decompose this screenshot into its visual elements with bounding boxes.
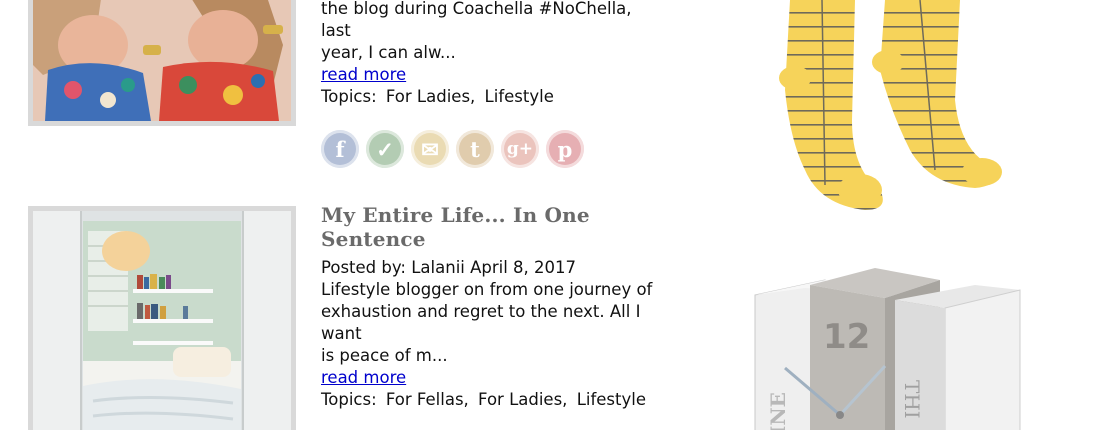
topics-line: Topics: For Ladies, Lifestyle [321, 86, 661, 108]
svg-text:INE: INE [766, 392, 790, 430]
topic-link-for-ladies[interactable]: For Ladies, [478, 390, 567, 409]
facebook-icon[interactable]: f [321, 130, 359, 168]
pinterest-icon[interactable]: p [546, 130, 584, 168]
tumblr-icon[interactable]: t [456, 130, 494, 168]
topics-label: Topics: [321, 390, 377, 409]
topic-link-lifestyle[interactable]: Lifestyle [577, 390, 646, 409]
excerpt-line: is peace of m... [321, 346, 448, 365]
blog-listing: the blog during Coachella #NoChella, las… [0, 0, 1094, 430]
yellow-socks-illustration [779, 0, 1002, 210]
read-more-link[interactable]: read more [321, 64, 406, 86]
email-icon[interactable]: ✉ [411, 130, 449, 168]
post-summary-entire-life: My Entire Life... In One Sentence Posted… [321, 203, 661, 411]
clock-twelve-label: 12 [823, 317, 870, 357]
product-image-book-clock[interactable]: 12 INE THI [745, 260, 1035, 430]
share-icons: f ✓ ✉ t g+ p [321, 130, 584, 168]
read-more-link[interactable]: read more [321, 367, 406, 389]
posted-by: Posted by: Lalanii April 8, 2017 [321, 258, 577, 277]
google-plus-icon[interactable]: g+ [501, 130, 539, 168]
svg-text:THI: THI [900, 380, 924, 419]
topic-link-lifestyle[interactable]: Lifestyle [485, 87, 554, 106]
bedroom-nook-photo [33, 211, 291, 430]
product-image-socks[interactable] [760, 0, 1010, 215]
excerpt-line: exhaustion and regret to the next. All I… [321, 302, 641, 343]
coachella-photo [33, 0, 291, 121]
book-clock-illustration: 12 INE THI [754, 268, 1021, 430]
post-thumbnail-entire-life[interactable] [28, 206, 296, 430]
topics-label: Topics: [321, 87, 377, 106]
topic-link-for-fellas[interactable]: For Fellas, [386, 390, 469, 409]
post-title-line[interactable]: My Entire Life... In One [321, 203, 661, 227]
post-summary-coachella: the blog during Coachella #NoChella, las… [321, 0, 661, 108]
post-title[interactable]: My Entire Life... In One Sentence [321, 203, 661, 251]
excerpt-line: the blog during Coachella #NoChella, las… [321, 0, 632, 40]
post-title-line[interactable]: Sentence [321, 227, 661, 251]
excerpt-line: year, I can alw... [321, 43, 456, 62]
post-thumbnail-coachella[interactable] [28, 0, 296, 126]
topic-link-for-ladies[interactable]: For Ladies, [386, 87, 475, 106]
excerpt-line: Lifestyle blogger on from one journey of [321, 280, 653, 299]
topics-line: Topics: For Fellas, For Ladies, Lifestyl… [321, 389, 661, 411]
twitter-icon[interactable]: ✓ [366, 130, 404, 168]
